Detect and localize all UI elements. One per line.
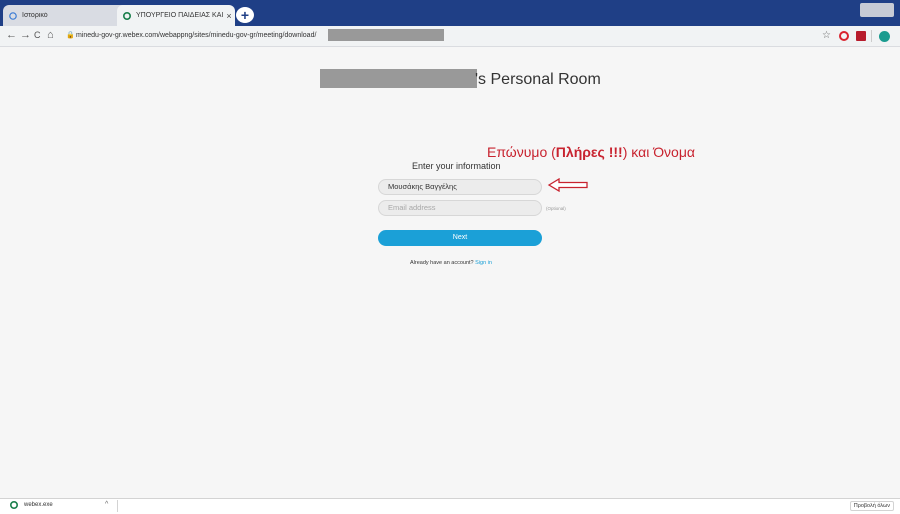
home-button[interactable]: ⌂	[47, 29, 54, 41]
browser-titlebar: Ιστορικό × ΥΠΟΥΡΓΕΙΟ ΠΑΙΔΕΙΑΣ ΚΑΙ ΘΡΗΣ ×…	[0, 0, 900, 26]
extension-icon[interactable]	[856, 31, 866, 41]
new-tab-button[interactable]: +	[236, 7, 254, 23]
webex-icon	[123, 11, 131, 20]
next-button[interactable]: Next	[378, 230, 542, 246]
show-all-button[interactable]: Προβολή όλων	[849, 501, 894, 511]
download-file-name: webex.exe	[24, 502, 53, 508]
page-title: 's Personal Room	[475, 71, 601, 88]
star-icon[interactable]: ☆	[822, 29, 831, 43]
chevron-up-icon[interactable]: ^	[105, 501, 108, 508]
webex-icon	[10, 501, 18, 509]
account-prompt: Already have an account? Sign in	[410, 260, 492, 266]
url-text: minedu-gov-gr.webex.com/webappng/sites/m…	[75, 32, 317, 39]
reload-button[interactable]: C	[34, 30, 41, 40]
form-heading: Enter your information	[412, 161, 501, 171]
download-item[interactable]: webex.exe	[10, 501, 53, 509]
back-button[interactable]: ←	[6, 29, 17, 41]
profile-icon[interactable]	[879, 31, 890, 42]
tab-title: ΥΠΟΥΡΓΕΙΟ ΠΑΙΔΕΙΑΣ ΚΑΙ ΘΡΗΣ	[136, 12, 223, 19]
optional-label: (Optional)	[546, 206, 566, 211]
download-bar: webex.exe ^ Προβολή όλων	[0, 498, 900, 514]
sign-in-link[interactable]: Sign in	[475, 260, 492, 266]
email-field[interactable]: Email address	[378, 200, 542, 216]
name-field[interactable]: Μουσάκης Βαγγέλης	[378, 179, 542, 195]
annotation-pre: Επώνυμο (	[487, 144, 556, 160]
browser-toolbar: ← → C ⌂ 🔒 minedu-gov-gr.webex.com/webapp…	[0, 26, 900, 47]
forward-button[interactable]: →	[20, 29, 31, 41]
annotation-text: Επώνυμο (Πλήρες !!!) και Όνομα	[487, 144, 695, 160]
tab-title: Ιστορικό	[22, 12, 48, 19]
lock-icon: 🔒	[66, 32, 75, 39]
history-icon	[9, 11, 17, 20]
annotation-post: ) και Όνομα	[622, 144, 695, 160]
red-arrow-icon	[547, 178, 588, 192]
window-controls[interactable]	[860, 3, 894, 17]
toolbar-divider	[871, 30, 872, 42]
name-redaction	[320, 69, 477, 88]
account-text: Already have an account?	[410, 260, 474, 266]
tab-history[interactable]: Ιστορικό ×	[3, 5, 131, 26]
tab-close-button[interactable]: ×	[223, 11, 235, 21]
opera-icon[interactable]	[839, 31, 849, 41]
url-redaction	[328, 29, 444, 41]
tab-webex[interactable]: ΥΠΟΥΡΓΕΙΟ ΠΑΙΔΕΙΑΣ ΚΑΙ ΘΡΗΣ ×	[117, 5, 235, 26]
annotation-bold: Πλήρες !!!	[555, 144, 623, 160]
page-content	[0, 47, 900, 498]
divider	[117, 500, 118, 512]
